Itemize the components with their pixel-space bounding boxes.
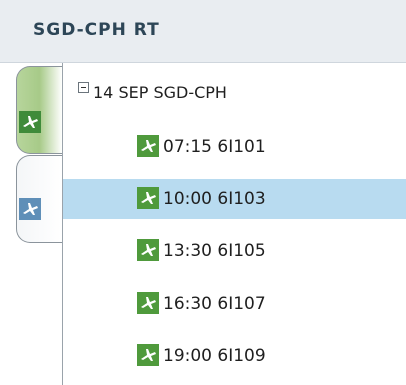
flight-item-selected[interactable]: 10:00 6I103	[63, 179, 406, 219]
route-title: SGD-CPH RT	[33, 20, 160, 40]
collapse-icon[interactable]	[78, 82, 89, 93]
tree-node-date-route[interactable]: 14 SEP SGD-CPH	[63, 75, 406, 115]
plane-icon	[137, 135, 159, 157]
tab-green-flights[interactable]	[16, 66, 62, 154]
tab-blue-flights[interactable]	[16, 155, 62, 243]
flight-item[interactable]: 16:30 6I107	[63, 284, 406, 324]
flight-label: 19:00 6I109	[163, 346, 266, 366]
tree-node-label: 14 SEP SGD-CPH	[93, 83, 227, 102]
flight-label: 07:15 6I101	[163, 137, 266, 157]
flight-item[interactable]: 19:00 6I109	[63, 336, 406, 376]
flight-route-panel: SGD-CPH RT 14 SEP SGD-CPH 07:15 6I101 10…	[0, 0, 406, 385]
plane-icon	[19, 111, 41, 133]
plane-icon	[137, 344, 159, 366]
flight-item[interactable]: 13:30 6I105	[63, 231, 406, 271]
tab-strip	[0, 63, 63, 385]
flight-label: 10:00 6I103	[163, 189, 266, 209]
plane-icon	[137, 292, 159, 314]
panel-header: SGD-CPH RT	[0, 0, 406, 63]
flight-label: 13:30 6I105	[163, 241, 266, 261]
flight-label: 16:30 6I107	[163, 294, 266, 314]
flight-tree: 14 SEP SGD-CPH 07:15 6I101 10:00 6I103 1…	[63, 63, 406, 385]
plane-icon	[137, 239, 159, 261]
flight-item[interactable]: 07:15 6I101	[63, 127, 406, 167]
plane-icon	[19, 198, 41, 220]
plane-icon	[137, 187, 159, 209]
